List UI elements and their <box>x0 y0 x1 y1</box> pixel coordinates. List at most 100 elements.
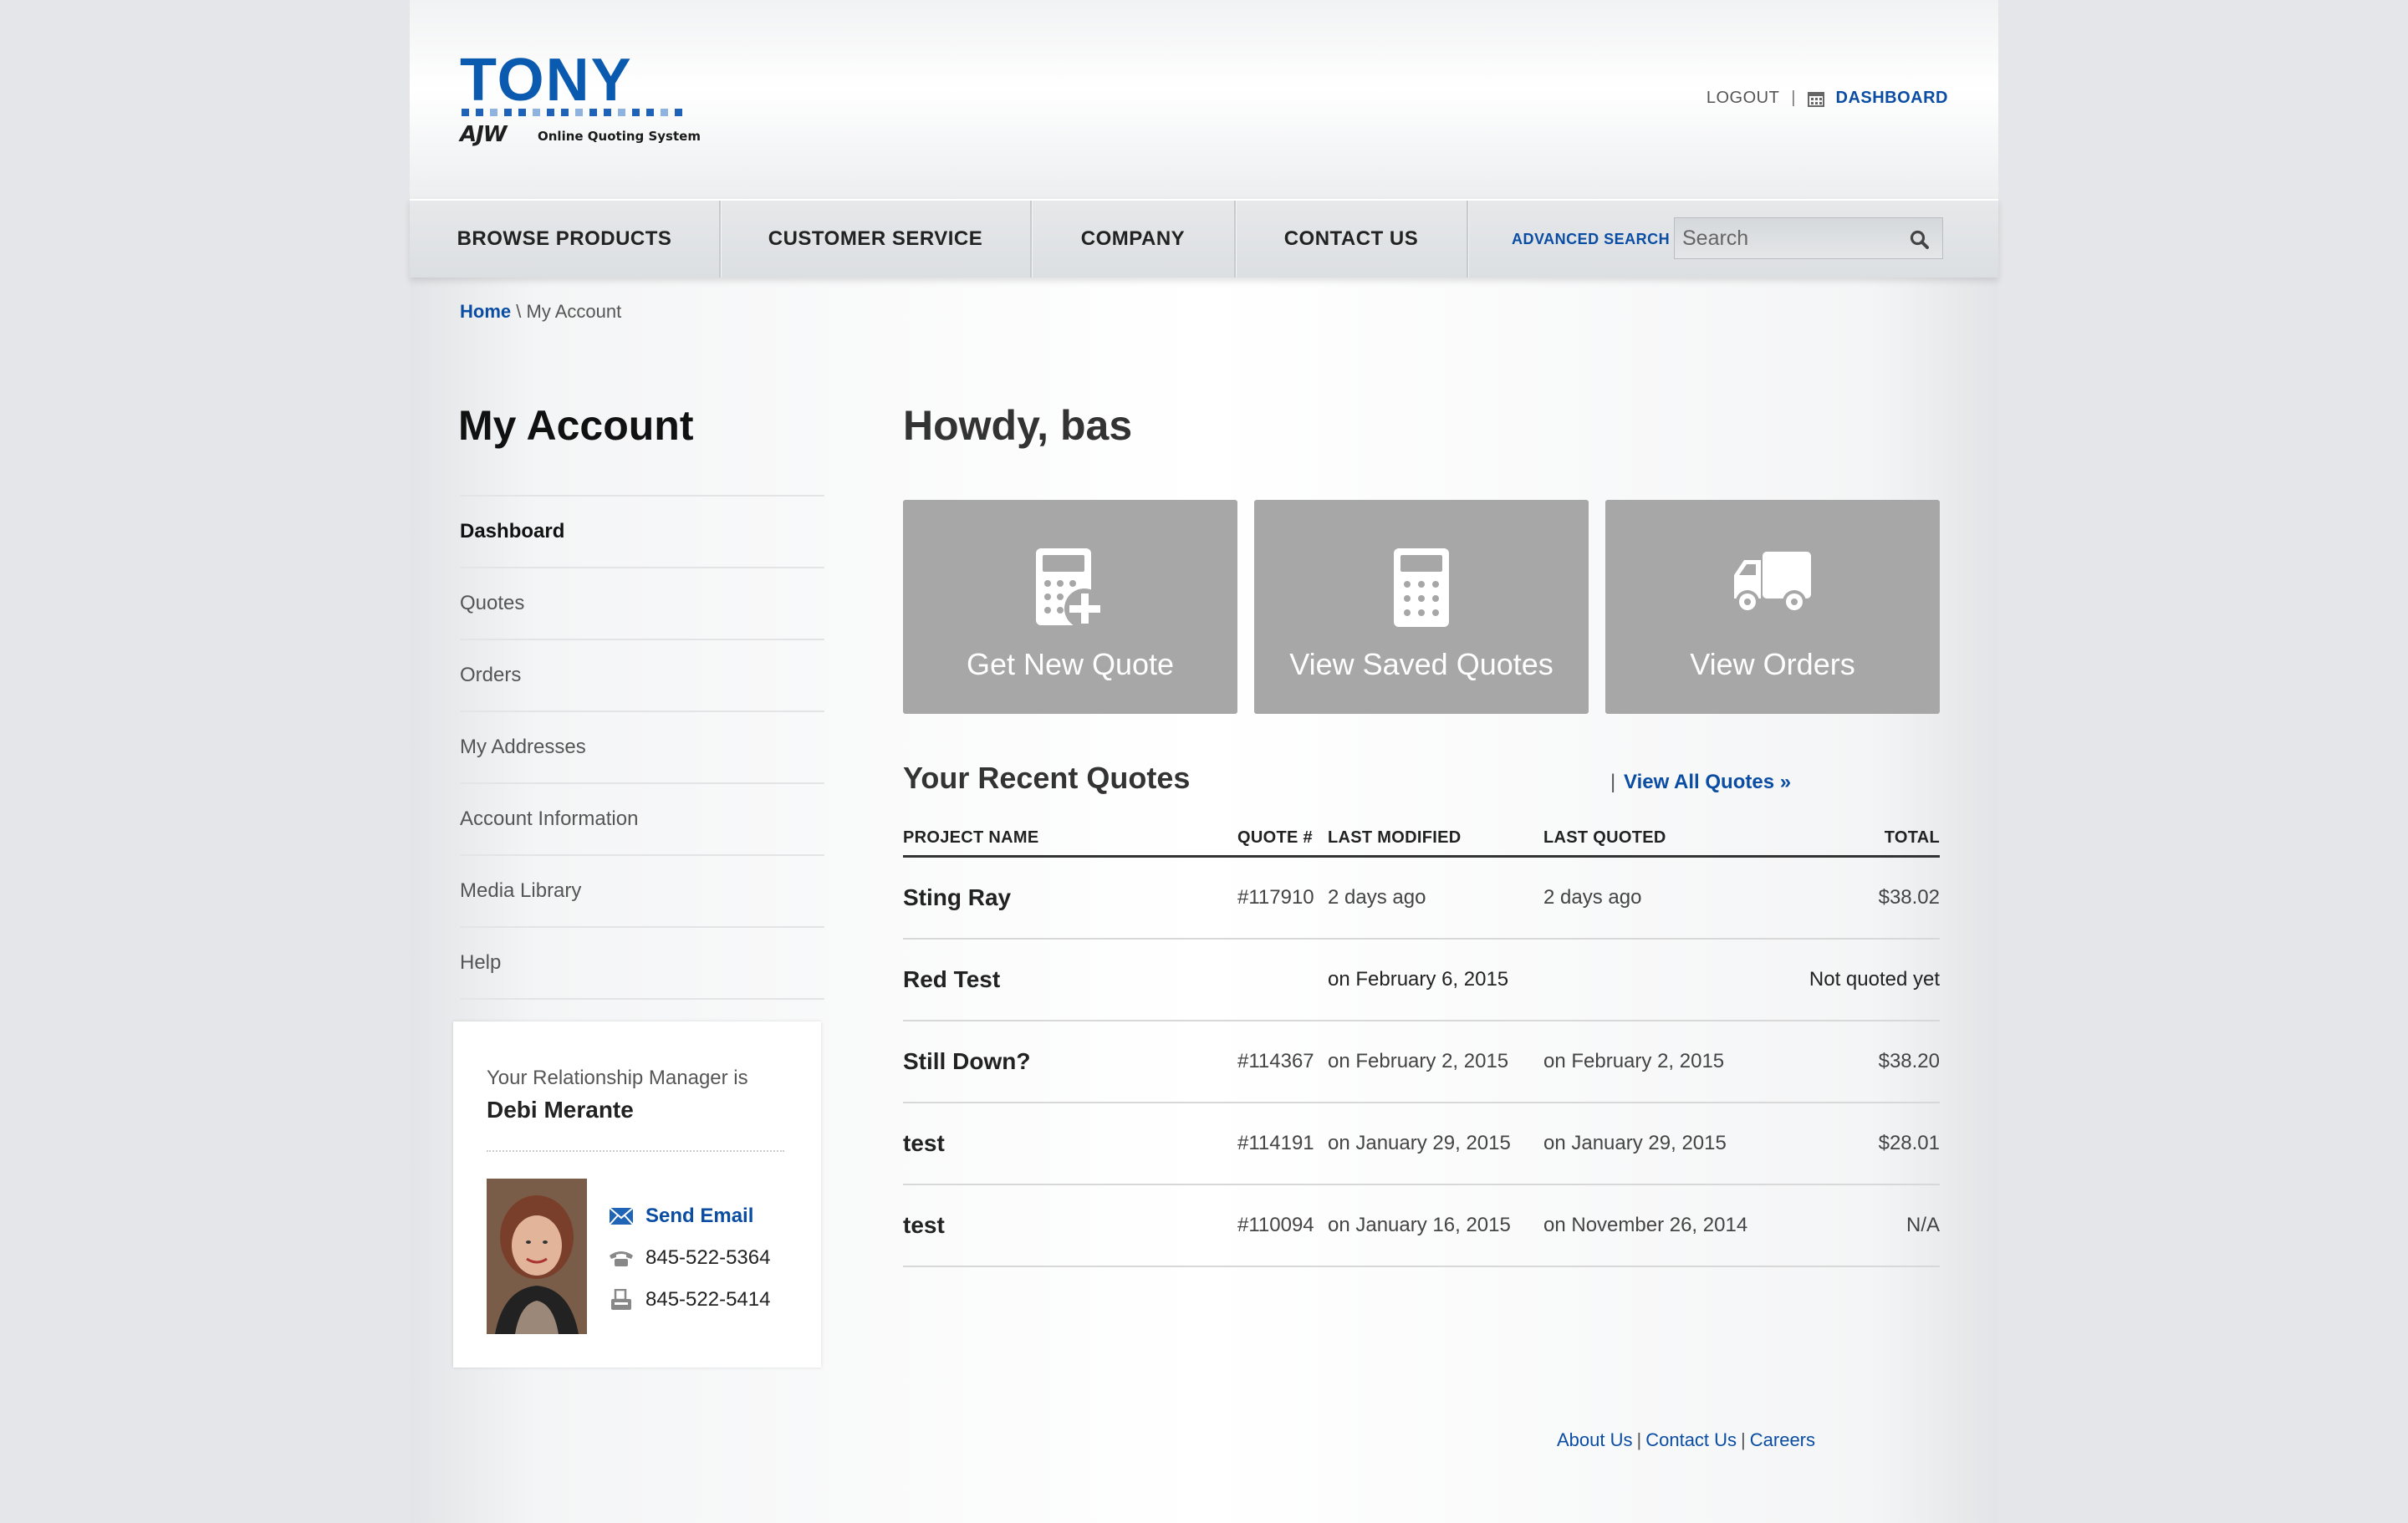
sidebar-menu: Dashboard Quotes Orders My Addresses Acc… <box>460 495 824 1000</box>
search-input[interactable] <box>1675 225 1901 252</box>
send-email-row[interactable]: Send Email <box>607 1195 770 1237</box>
calculator-icon <box>1394 547 1449 634</box>
quote-total: $38.02 <box>1878 886 1940 909</box>
get-new-quote-tile[interactable]: Get New Quote <box>903 500 1237 714</box>
footer-separator: | <box>1636 1429 1642 1450</box>
fax-row: 845-522-5414 <box>607 1279 770 1321</box>
last-modified: on February 2, 2015 <box>1328 1050 1509 1072</box>
search-box <box>1674 217 1943 259</box>
project-name[interactable]: Red Test <box>903 966 1000 993</box>
last-modified: 2 days ago <box>1328 886 1426 909</box>
header: TONY AJW Online Quoting System LOGOUT | … <box>410 0 1998 199</box>
view-orders-tile[interactable]: View Orders <box>1605 500 1940 714</box>
manager-photo <box>487 1179 587 1334</box>
logo-tagline: Online Quoting System <box>538 129 701 144</box>
table-row[interactable]: Sting Ray #117910 2 days ago 2 days ago … <box>903 858 1940 940</box>
table-row[interactable]: test #110094 on January 16, 2015 on Nove… <box>903 1185 1940 1267</box>
quote-total: Not quoted yet <box>1809 968 1940 991</box>
phone-icon <box>607 1247 635 1269</box>
last-quoted: on February 2, 2015 <box>1543 1050 1725 1072</box>
column-header-total[interactable]: TOTAL <box>1885 828 1940 848</box>
breadcrumb-separator: \ <box>516 301 522 322</box>
column-header-quote-number[interactable]: QUOTE # <box>1237 828 1313 848</box>
relationship-manager-name: Debi Merante <box>487 1097 634 1123</box>
nav-browse-products[interactable]: BROWSE PRODUCTS <box>410 201 721 278</box>
footer-careers[interactable]: Careers <box>1750 1429 1815 1450</box>
last-modified: on January 29, 2015 <box>1328 1132 1511 1154</box>
top-link-separator: | <box>1791 89 1796 107</box>
get-new-quote-label: Get New Quote <box>966 647 1175 681</box>
manager-contacts: Send Email 845-522-5364 845-522-5414 <box>607 1195 770 1321</box>
logo-wordmark: TONY <box>460 47 633 114</box>
relationship-manager-label: Your Relationship Manager is <box>487 1067 748 1089</box>
recent-quotes-separator: | <box>1610 771 1616 793</box>
fax-icon <box>607 1289 635 1311</box>
table-row[interactable]: test #114191 on January 29, 2015 on Janu… <box>903 1103 1940 1185</box>
breadcrumb-current: My Account <box>526 301 622 322</box>
project-name[interactable]: test <box>903 1130 945 1157</box>
nav-search-area: ADVANCED SEARCH <box>1468 201 1998 278</box>
logo-dots <box>462 109 682 116</box>
quote-total: N/A <box>1905 1214 1940 1236</box>
column-header-project-name[interactable]: PROJECT NAME <box>903 828 1039 848</box>
footer-links: About Us | Contact Us | Careers <box>1557 1429 1815 1451</box>
sidebar-item-account-information[interactable]: Account Information <box>460 782 824 854</box>
sidebar-item-quotes[interactable]: Quotes <box>460 567 824 639</box>
column-header-last-quoted[interactable]: LAST QUOTED <box>1543 828 1666 848</box>
last-quoted: 2 days ago <box>1543 886 1642 909</box>
action-tiles: Get New Quote View Saved Quotes View Ord… <box>903 500 1940 714</box>
quote-number: #114367 <box>1237 1050 1314 1072</box>
project-name[interactable]: Still Down? <box>903 1048 1030 1075</box>
main-nav: BROWSE PRODUCTS CUSTOMER SERVICE COMPANY… <box>410 199 1998 278</box>
view-saved-quotes-tile[interactable]: View Saved Quotes <box>1254 500 1589 714</box>
logo-subbrand: AJW <box>460 122 507 147</box>
search-icon[interactable] <box>1909 229 1931 251</box>
quote-number: #114191 <box>1237 1132 1314 1154</box>
quote-number: #117910 <box>1237 886 1314 909</box>
footer-separator: | <box>1741 1429 1746 1450</box>
phone-number: 845-522-5364 <box>645 1246 771 1269</box>
sidebar-item-my-addresses[interactable]: My Addresses <box>460 711 824 782</box>
last-modified: on February 6, 2015 <box>1328 968 1509 991</box>
envelope-icon <box>607 1205 635 1227</box>
quote-total: $38.20 <box>1878 1050 1940 1072</box>
recent-quotes-title: Your Recent Quotes <box>903 761 1191 795</box>
footer-contact-us[interactable]: Contact Us <box>1645 1429 1737 1450</box>
column-header-last-modified[interactable]: LAST MODIFIED <box>1328 828 1461 848</box>
greeting-heading: Howdy, bas <box>903 402 1133 449</box>
breadcrumb: Home \ My Account <box>460 301 621 323</box>
truck-icon <box>1731 547 1814 626</box>
nav-company[interactable]: COMPANY <box>1032 201 1236 278</box>
phone-row: 845-522-5364 <box>607 1237 770 1279</box>
nav-customer-service[interactable]: CUSTOMER SERVICE <box>721 201 1032 278</box>
project-name[interactable]: Sting Ray <box>903 884 1011 911</box>
send-email-link[interactable]: Send Email <box>645 1205 753 1228</box>
last-quoted: on November 26, 2014 <box>1543 1214 1748 1236</box>
footer-about-us[interactable]: About Us <box>1557 1429 1633 1450</box>
logout-link[interactable]: LOGOUT <box>1707 89 1779 108</box>
sidebar-item-media-library[interactable]: Media Library <box>460 854 824 926</box>
dashboard-link[interactable]: DASHBOARD <box>1836 89 1949 108</box>
last-modified: on January 16, 2015 <box>1328 1214 1511 1236</box>
sidebar-item-orders[interactable]: Orders <box>460 639 824 711</box>
sidebar-item-help[interactable]: Help <box>460 926 824 1000</box>
logo[interactable]: TONY AJW Online Quoting System <box>460 47 701 155</box>
view-all-quotes-link[interactable]: View All Quotes » <box>1624 771 1791 794</box>
project-name[interactable]: test <box>903 1212 945 1239</box>
table-row[interactable]: Red Test on February 6, 2015 Not quoted … <box>903 940 1940 1021</box>
table-header: PROJECT NAME QUOTE # LAST MODIFIED LAST … <box>903 823 1940 858</box>
view-orders-label: View Orders <box>1690 647 1855 681</box>
advanced-search-link[interactable]: ADVANCED SEARCH <box>1512 231 1670 248</box>
breadcrumb-home[interactable]: Home <box>460 301 511 322</box>
recent-quotes-table: PROJECT NAME QUOTE # LAST MODIFIED LAST … <box>903 823 1940 1267</box>
card-divider <box>487 1150 784 1152</box>
last-quoted: on January 29, 2015 <box>1543 1132 1727 1154</box>
view-saved-quotes-label: View Saved Quotes <box>1289 647 1553 681</box>
sidebar-item-dashboard[interactable]: Dashboard <box>460 495 824 567</box>
nav-contact-us[interactable]: CONTACT US <box>1236 201 1468 278</box>
sidebar-title: My Account <box>458 402 694 449</box>
relationship-manager-card: Your Relationship Manager is Debi Merant… <box>453 1021 821 1368</box>
page: TONY AJW Online Quoting System LOGOUT | … <box>410 0 1998 1523</box>
fax-number: 845-522-5414 <box>645 1288 771 1311</box>
table-row[interactable]: Still Down? #114367 on February 2, 2015 … <box>903 1021 1940 1103</box>
